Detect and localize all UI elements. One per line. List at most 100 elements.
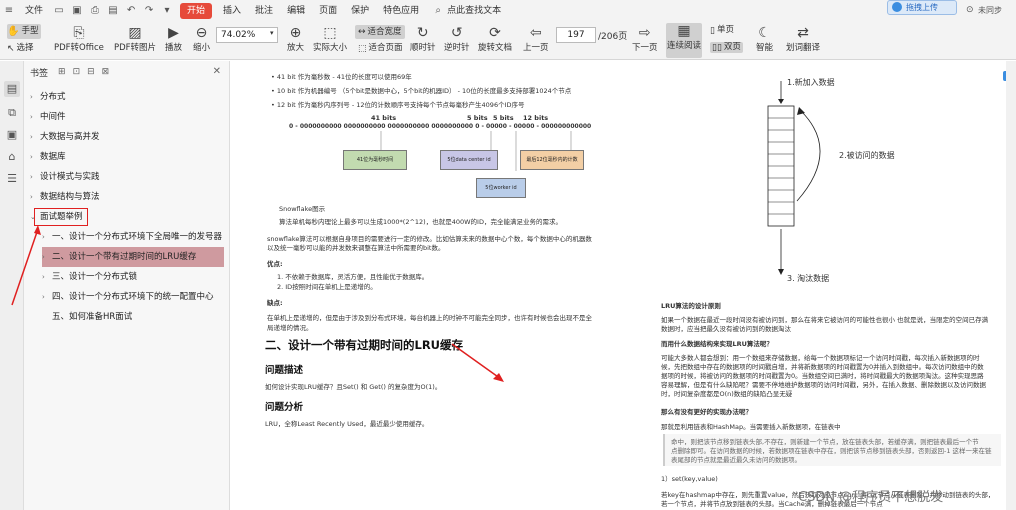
bits-label: 12 bits	[523, 114, 549, 122]
arrow-right-icon: ⇨	[638, 25, 651, 41]
diagram-box-seq: 最后12位毫秒内的计数	[520, 150, 584, 170]
actual-size-button[interactable]: ⬚ 实际大小	[313, 25, 347, 54]
play-button[interactable]: ▶ 播放	[165, 25, 182, 54]
cursor-icon: ↖	[7, 43, 15, 54]
attachment-icon[interactable]: ⌂	[4, 149, 20, 165]
bookmark-delete-icon[interactable]: ⊟	[87, 67, 95, 77]
bookmark-item[interactable]: › 数据结构与算法	[30, 187, 100, 207]
hand-icon: ✋	[7, 26, 20, 37]
prev-page-button[interactable]: ⇦ 上一页	[523, 25, 549, 54]
cloud-icon	[892, 2, 902, 12]
bookmark-edit-icon[interactable]: ⊠	[102, 67, 110, 77]
open-icon[interactable]: ▭	[53, 5, 65, 17]
menu-page[interactable]: 页面	[312, 0, 344, 22]
select-tool-button[interactable]: ↖ 选择	[7, 43, 34, 54]
rotate-ccw-button[interactable]: ↺ 逆时针	[444, 25, 470, 54]
doc-list-item: 1. 不依赖于数据库，灵活方便，且性能优于数据库。	[277, 273, 429, 281]
play-icon: ▶	[168, 25, 179, 41]
bookmark-item[interactable]: › 数据库	[30, 147, 66, 167]
fit-page-button[interactable]: ⬚ 适合页面	[355, 43, 406, 54]
actual-size-icon: ⬚	[323, 25, 337, 41]
bits-label: 5 bits	[493, 114, 514, 122]
bookmark-item[interactable]: › 设计模式与实践	[30, 167, 100, 187]
rotate-ccw-icon: ↺	[450, 25, 463, 41]
bookmark-add-icon[interactable]: ⊞	[58, 67, 66, 77]
image-icon[interactable]: ▣	[4, 127, 20, 143]
menu-protect[interactable]: 保护	[344, 0, 376, 22]
quote-text: 表尾部的节点就是最近最久未访问的数据项。	[671, 456, 801, 464]
section-heading-lru: 二、设计一个带有过期时间的LRU缓存	[265, 338, 464, 352]
lru-figure	[767, 81, 821, 275]
double-page-button[interactable]: ▯▯ 双页	[710, 42, 743, 53]
scrollbar[interactable]	[1006, 61, 1016, 510]
zoom-in-button[interactable]: ⊕ 放大	[287, 25, 304, 54]
menu-comment[interactable]: 批注	[248, 0, 280, 22]
continuous-icon: ▦	[677, 23, 691, 39]
rotate-cw-icon: ↻	[416, 25, 429, 41]
menu-edit[interactable]: 编辑	[280, 0, 312, 22]
hand-tool-button[interactable]: ✋ 手型	[7, 24, 41, 39]
page-input[interactable]: 197	[556, 27, 596, 43]
watermark: CSDN @程序员不想脱发	[798, 490, 944, 505]
rotate-doc-button[interactable]: ⟳ 旋转文档	[478, 25, 512, 54]
double-page-icon: ▯▯	[712, 42, 722, 53]
doc-paragraph: 算法单机每秒内理论上最多可以生成1000*(2^12)，也就是400W的ID，完…	[279, 218, 562, 226]
menu-insert[interactable]: 插入	[216, 0, 248, 22]
zoom-input[interactable]: 74.02%	[216, 27, 278, 43]
bookmark-item[interactable]: › 中间件	[30, 107, 66, 127]
search-text[interactable]: 点此查找文本	[447, 0, 508, 22]
bookmark-subitem-selected[interactable]: › 二、设计一个带有过期时间的LRU缓存	[42, 247, 224, 267]
bookmark-item[interactable]: › 大数据与高并发	[30, 127, 100, 147]
print-icon[interactable]: ⎙	[89, 5, 101, 17]
doc-paragraph: LRU，全称Least Recently Used，最近最少使用缓存。	[265, 420, 429, 428]
doc-paragraph: 以及统一毫秒可以能的并发数来调整在算法中所需要的bit数。	[267, 244, 445, 252]
bookmark-item[interactable]: › 分布式	[30, 87, 66, 107]
preview-icon[interactable]: ▤	[107, 5, 119, 17]
menu-file[interactable]: 文件	[18, 0, 50, 22]
redo-icon[interactable]: ↷	[143, 5, 155, 17]
document-view[interactable]: • 41 bit 作为毫秒数 - 41位的长度可以使用69年 • 10 bit …	[231, 61, 1016, 510]
save-icon[interactable]: ▣	[71, 5, 83, 17]
bookmark-subitem[interactable]: › 三、设计一个分布式锁	[42, 267, 137, 287]
zoom-out-button[interactable]: ⊖ 缩小	[193, 25, 210, 54]
sync-icon[interactable]: ⊙	[966, 5, 974, 15]
translate-button[interactable]: ⇄ 划词翻译	[786, 25, 820, 54]
menu-features[interactable]: 特色应用	[376, 0, 426, 22]
zoom-in-icon: ⊕	[289, 25, 302, 41]
bookmark-subitem[interactable]: › 四、设计一个分布式环境下的统一配置中心	[42, 287, 214, 307]
bookmark-subitem[interactable]: 五、如何准备HR面试	[42, 307, 132, 327]
thumbnail-icon[interactable]: ⧉	[4, 105, 20, 121]
undo-icon[interactable]: ↶	[125, 5, 137, 17]
arrow-left-icon: ⇦	[529, 25, 542, 41]
search-icon[interactable]: ⌕	[432, 5, 444, 17]
menu-start[interactable]: 开始	[180, 3, 213, 19]
doc-bullet: • 10 bit 作为机器编号 （5个bit是数据中心，5个bit的机器ID） …	[271, 87, 572, 95]
next-page-button[interactable]: ⇨ 下一页	[632, 25, 658, 54]
single-page-button[interactable]: ▯ 单页	[710, 25, 734, 36]
zoom-dropdown-icon[interactable]: ▾	[270, 29, 274, 37]
layer-icon[interactable]: ☰	[4, 171, 20, 187]
bookmark-title: 书签	[30, 68, 49, 79]
translate-icon: ⇄	[797, 25, 809, 41]
figure-caption: Snowflake图示	[279, 205, 326, 213]
doc-label: 缺点:	[267, 299, 283, 307]
doc-label: 优点:	[267, 260, 283, 268]
bookmark-tag-icon[interactable]: ⊡	[73, 67, 81, 77]
moon-icon: ☾	[758, 25, 771, 41]
fit-width-button[interactable]: ↔ 适合宽度	[355, 25, 405, 39]
rotate-doc-icon: ⟳	[489, 25, 501, 41]
bookmark-panel-icon[interactable]: ▤	[4, 81, 20, 97]
doc-bullet: • 41 bit 作为毫秒数 - 41位的长度可以使用69年	[271, 73, 412, 81]
rotate-cw-button[interactable]: ↻ 顺时针	[410, 25, 436, 54]
bookmark-subitem[interactable]: › 一、设计一个分布式环境下全局唯一的发号器	[42, 227, 222, 247]
dropdown-icon[interactable]: ▾	[161, 5, 173, 17]
menu-icon[interactable]: ≡	[3, 5, 15, 17]
annotation-arrow-left	[11, 225, 41, 306]
bits-label: 41 bits	[371, 114, 397, 122]
close-icon[interactable]: ✕	[213, 66, 221, 77]
smart-button[interactable]: ☾ 智能	[756, 25, 773, 54]
continuous-read-button[interactable]: ▦ 连续阅读	[666, 23, 702, 58]
pdf-to-image-button[interactable]: ▨ PDF转图片	[114, 25, 156, 54]
pdf-to-office-button[interactable]: ⎘ PDF转Office	[54, 25, 104, 54]
fit-page-icon: ⬚	[358, 43, 367, 54]
